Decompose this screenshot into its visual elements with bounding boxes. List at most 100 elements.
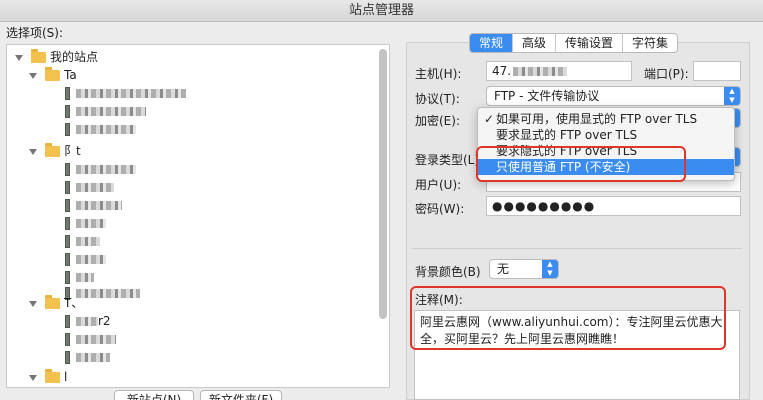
select-entry-label: 选择项(S):	[6, 26, 64, 40]
redacted-site-name	[76, 125, 136, 134]
window-title: 站点管理器	[0, 0, 763, 22]
tree-site-item[interactable]	[65, 233, 100, 249]
site-manager-window: 站点管理器 选择项(S): 我的站点 Ta 阝t T、 r2 l 新站点(N) …	[0, 0, 763, 400]
option-label: 如果可用，使用显式的 FTP over TLS	[496, 112, 698, 126]
redacted-site-name	[76, 183, 114, 192]
server-icon	[65, 105, 70, 118]
tree-site-item[interactable]	[65, 251, 106, 267]
tree-root[interactable]: 我的站点	[15, 49, 98, 65]
server-icon	[65, 163, 70, 176]
folder-icon	[45, 143, 60, 157]
new-folder-button[interactable]: 新文件夹(F)	[200, 390, 282, 400]
redacted-site-name	[76, 317, 98, 326]
bg-color-label: 背景颜色(B)	[415, 265, 481, 279]
server-icon	[65, 217, 70, 230]
tab-advanced[interactable]: 高级	[513, 34, 557, 52]
server-icon	[65, 333, 70, 346]
expand-triangle-icon[interactable]	[29, 374, 37, 381]
tab-charset[interactable]: 字符集	[623, 34, 677, 52]
bg-color-value: 无	[497, 262, 510, 276]
expand-triangle-icon[interactable]	[15, 54, 23, 61]
redacted-site-name	[76, 273, 94, 282]
new-site-button[interactable]: 新站点(N)	[114, 390, 194, 400]
highlight-box-notes	[410, 286, 726, 350]
host-label: 主机(H):	[415, 67, 462, 81]
encryption-label: 加密(E):	[415, 114, 460, 128]
folder-icon	[45, 369, 60, 383]
redacted-site-name	[76, 107, 146, 116]
tree-folder-label: 阝t	[64, 144, 81, 158]
server-icon	[65, 271, 70, 284]
tree-folder[interactable]: 阝t	[29, 143, 81, 159]
server-icon	[65, 199, 70, 212]
tree-folder-label: T、	[64, 296, 84, 310]
folder-icon	[45, 67, 60, 81]
protocol-select[interactable]: FTP - 文件传输协议 ▲ ▼	[486, 86, 741, 106]
section-divider	[412, 248, 742, 249]
tree-site-item[interactable]	[65, 349, 110, 365]
tree-site-label: r2	[98, 314, 111, 328]
redacted-site-name	[76, 335, 116, 344]
select-stepper-icon: ▲▼	[724, 87, 740, 105]
bg-color-select[interactable]: 无 ▲ ▼	[489, 259, 559, 279]
server-icon	[65, 181, 70, 194]
tree-folder[interactable]: l	[29, 369, 67, 385]
tab-bar: 常规 高级 传输设置 字符集	[469, 33, 679, 53]
redacted-site-name	[76, 255, 106, 264]
tree-folder[interactable]: Ta	[29, 67, 77, 83]
select-stepper-icon: ▲▼	[542, 260, 558, 278]
tree-site-item[interactable]	[65, 121, 136, 137]
tree-site-item[interactable]	[65, 161, 136, 177]
encryption-option-require-explicit[interactable]: 要求显式的 FTP over TLS	[478, 127, 734, 143]
redacted-site-name	[76, 289, 140, 298]
redacted-site-name	[76, 237, 100, 246]
expand-triangle-icon[interactable]	[29, 300, 37, 307]
tree-folder[interactable]: T、	[29, 295, 83, 311]
server-icon	[65, 235, 70, 248]
tree-site-item[interactable]	[65, 179, 114, 195]
tree-root-label: 我的站点	[50, 50, 99, 64]
redacted-site-name	[76, 353, 110, 362]
expand-triangle-icon[interactable]	[29, 148, 37, 155]
tree-site-item[interactable]	[65, 269, 94, 285]
tree-site-item[interactable]: r2	[65, 313, 111, 329]
host-value: 47.	[492, 64, 512, 78]
user-label: 用户(U):	[415, 178, 462, 192]
tree-scrollbar[interactable]	[379, 49, 387, 319]
redacted-site-name	[76, 219, 106, 228]
tree-site-item[interactable]	[65, 197, 122, 213]
password-label: 密码(W):	[415, 202, 465, 216]
tree-site-item[interactable]	[65, 85, 186, 101]
server-icon	[65, 253, 70, 266]
tab-general[interactable]: 常规	[470, 34, 514, 52]
server-icon	[65, 123, 70, 136]
protocol-label: 协议(T):	[415, 92, 460, 106]
tree-site-item[interactable]	[65, 215, 106, 231]
port-label: 端口(P):	[644, 67, 689, 81]
redacted-site-name	[76, 201, 122, 210]
tree-site-item[interactable]	[65, 331, 116, 347]
highlight-box-plain-ftp	[476, 146, 686, 182]
login-type-label: 登录类型(L):	[415, 153, 484, 167]
server-icon	[65, 87, 70, 100]
option-label: 要求显式的 FTP over TLS	[496, 128, 638, 142]
checkmark-icon: ✓	[484, 112, 495, 126]
folder-icon	[45, 295, 60, 309]
redacted-site-name	[76, 165, 136, 174]
tree-folder-label: Ta	[64, 68, 77, 82]
site-tree[interactable]: 我的站点 Ta 阝t T、 r2 l	[6, 44, 390, 388]
tab-transfer-settings[interactable]: 传输设置	[556, 34, 624, 52]
encryption-option-explicit-if-available[interactable]: ✓ 如果可用，使用显式的 FTP over TLS	[478, 111, 734, 127]
folder-icon	[31, 49, 46, 63]
tree-site-item[interactable]	[65, 103, 146, 119]
password-field[interactable]: ●●●●●●●●●	[486, 196, 741, 216]
port-field[interactable]	[693, 61, 741, 81]
server-icon	[65, 351, 70, 364]
host-field[interactable]: 47.	[486, 61, 632, 81]
server-icon	[65, 315, 70, 328]
protocol-value: FTP - 文件传输协议	[494, 89, 600, 103]
expand-triangle-icon[interactable]	[29, 72, 37, 79]
redacted-site-name	[76, 89, 186, 98]
redacted-host	[513, 67, 568, 76]
tree-folder-label: l	[64, 370, 68, 384]
